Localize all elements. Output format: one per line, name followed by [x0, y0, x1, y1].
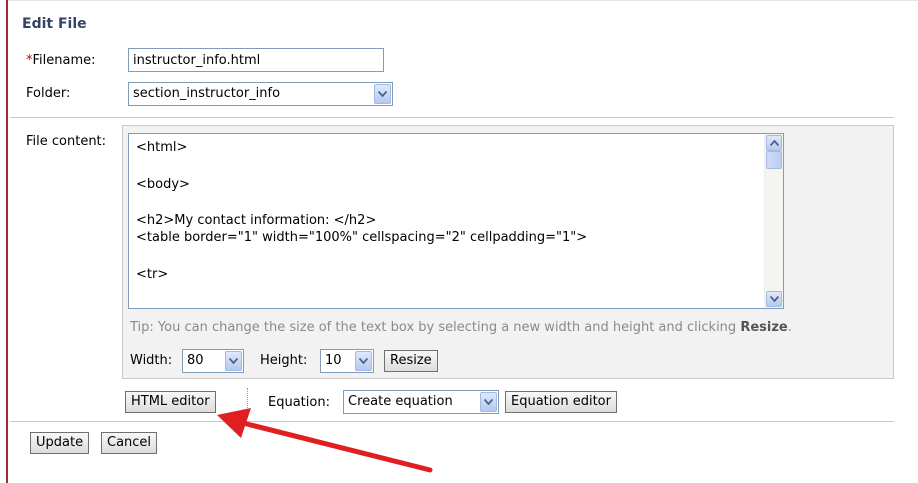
annotation-arrow-icon [217, 408, 433, 473]
chevron-down-icon[interactable] [480, 392, 497, 412]
section-divider [10, 117, 894, 118]
width-select[interactable]: 80 [182, 349, 244, 373]
footer-divider [10, 421, 894, 422]
chevron-down-icon[interactable] [355, 351, 372, 371]
page-title: Edit File [22, 16, 87, 32]
folder-select[interactable]: section_instructor_info [128, 82, 393, 106]
code-line: <html> [136, 140, 188, 155]
scroll-up-icon[interactable] [766, 135, 782, 151]
filename-label: Filename: [32, 53, 96, 68]
code-line: <table border="1" width="100%" cellspaci… [136, 230, 588, 245]
top-divider [8, 0, 918, 1]
filename-label-group: *Filename: [26, 53, 96, 68]
folder-label: Folder: [26, 86, 71, 101]
file-content-textarea[interactable]: <html> <body> <h2>My contact information… [128, 133, 784, 309]
width-select-value: 80 [187, 353, 204, 368]
textarea-scrollbar[interactable] [764, 134, 783, 308]
code-line: <tr> [136, 267, 169, 282]
chevron-down-icon[interactable] [374, 84, 391, 104]
cancel-button[interactable]: Cancel [101, 432, 158, 454]
chevron-down-icon[interactable] [225, 351, 242, 371]
code-line: <h2>My contact information: </h2> [136, 213, 377, 228]
resize-button[interactable]: Resize [384, 350, 438, 372]
height-select[interactable]: 10 [320, 349, 374, 373]
file-content-label: File content: [26, 134, 107, 149]
update-button[interactable]: Update [30, 432, 90, 454]
tip-suffix: . [787, 320, 792, 335]
filename-input[interactable] [128, 48, 384, 72]
html-editor-button[interactable]: HTML editor [125, 391, 216, 413]
scroll-down-icon[interactable] [766, 291, 782, 307]
tip-resize-word: Resize [740, 320, 788, 335]
height-label: Height: [260, 353, 308, 368]
scrollbar-thumb[interactable] [766, 151, 782, 169]
folder-select-value: section_instructor_info [133, 86, 281, 101]
resize-tip: Tip: You can change the size of the text… [130, 320, 792, 335]
left-accent-rule [6, 0, 8, 483]
code-line: <body> [136, 177, 190, 192]
height-select-value: 10 [325, 353, 342, 368]
width-label: Width: [130, 353, 173, 368]
equation-editor-button[interactable]: Equation editor [505, 391, 617, 413]
tip-text: Tip: You can change the size of the text… [130, 320, 741, 335]
